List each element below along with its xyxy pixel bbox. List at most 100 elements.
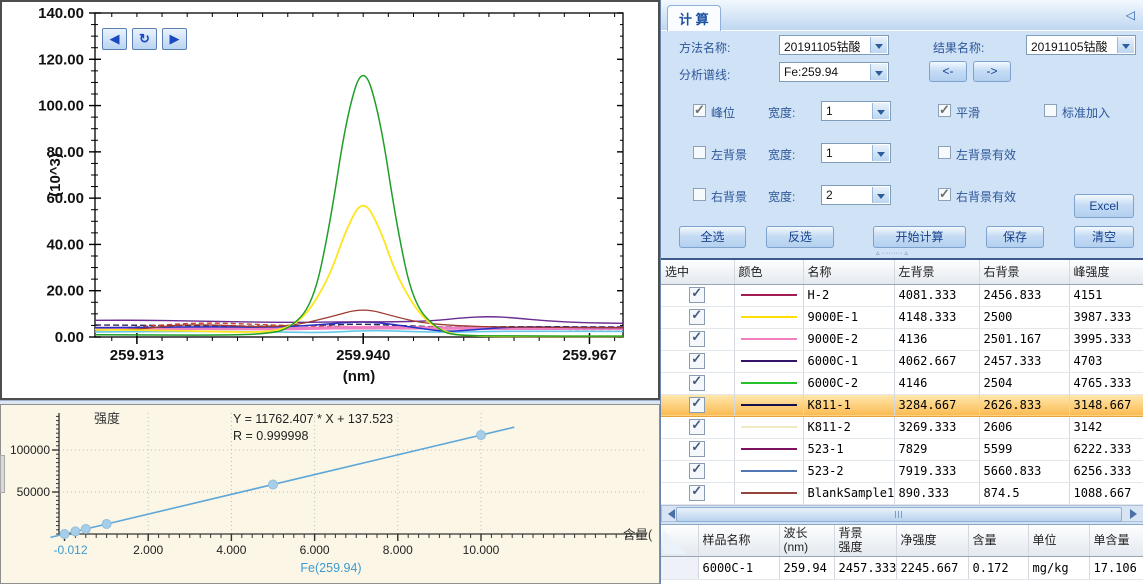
cell-right: 2606 <box>979 416 1069 438</box>
column-header-5[interactable]: 峰强度 <box>1069 260 1143 284</box>
column-header-2[interactable]: 名称 <box>803 260 894 284</box>
table-row[interactable]: K811-13284.6672626.8333148.667 <box>661 394 1143 416</box>
row-selector-corner[interactable] <box>661 525 698 556</box>
row-checkbox[interactable] <box>689 331 705 347</box>
collapse-panel-icon[interactable]: ◁ <box>1126 8 1135 22</box>
row-checkbox[interactable] <box>689 419 705 435</box>
table-row[interactable]: 9000E-241362501.1673995.333 <box>661 328 1143 350</box>
color-swatch <box>741 360 797 362</box>
horizontal-scrollbar[interactable] <box>661 505 1143 522</box>
scroll-right-icon[interactable] <box>1130 508 1142 519</box>
row-checkbox[interactable] <box>689 287 705 303</box>
chevron-down-icon[interactable] <box>870 64 887 80</box>
table-row[interactable]: K811-23269.33326063142 <box>661 416 1143 438</box>
scrollbar-grip <box>895 511 904 518</box>
svg-text:Y = 11762.407 * X + 137.523: Y = 11762.407 * X + 137.523 <box>233 412 393 426</box>
svg-text:R = 0.999998: R = 0.999998 <box>233 429 308 443</box>
row-checkbox[interactable] <box>689 309 705 325</box>
sample-column-header-2[interactable]: 背景 强度 <box>834 525 896 556</box>
application-window: 0.0020.0040.0060.0080.00100.00120.00140.… <box>0 0 1143 584</box>
chevron-down-icon[interactable] <box>872 187 889 203</box>
chevron-down-icon[interactable] <box>1117 37 1134 53</box>
row-checkbox[interactable] <box>689 353 705 369</box>
sample-column-header-6[interactable]: 单含量 <box>1089 525 1143 556</box>
select-all-button[interactable]: 全选 <box>679 226 746 248</box>
left-background-valid-checkbox[interactable] <box>938 146 951 159</box>
left-splitter-grip[interactable] <box>0 455 5 493</box>
clear-button[interactable]: 清空 <box>1074 226 1134 248</box>
table-row[interactable]: 9000E-14148.33325003987.333 <box>661 306 1143 328</box>
table-row[interactable]: 523-1782955996222.333 <box>661 438 1143 460</box>
svg-text:259.940: 259.940 <box>336 347 390 364</box>
method-name-select[interactable]: 20191105钴酸 <box>779 35 889 55</box>
svg-text:259.913: 259.913 <box>110 347 164 364</box>
next-spectrum-button[interactable]: ▶ <box>162 28 187 50</box>
right-background-valid-checkbox[interactable] <box>938 188 951 201</box>
column-header-3[interactable]: 左背景 <box>894 260 979 284</box>
table-row[interactable]: 6000C-1259.942457.3332245.6670.172mg/kg1… <box>661 556 1143 579</box>
prev-result-button[interactable]: <- <box>929 61 967 82</box>
analysis-line-select[interactable]: Fe:259.94 <box>779 62 889 82</box>
left-background-checkbox[interactable] <box>693 146 706 159</box>
chevron-down-icon[interactable] <box>872 145 889 161</box>
left-width-select[interactable]: 1 <box>821 143 891 163</box>
cell-single: 17.106 <box>1089 556 1143 579</box>
refresh-spectrum-button[interactable]: ↻ <box>132 28 157 50</box>
sample-column-header-4[interactable]: 含量 <box>968 525 1028 556</box>
series-6000C-2 <box>95 75 623 336</box>
svg-text:强度: 强度 <box>94 411 120 426</box>
row-checkbox[interactable] <box>689 375 705 391</box>
table-row[interactable]: 523-27919.3335660.8336256.333 <box>661 460 1143 482</box>
result-name-select[interactable]: 20191105钴酸 <box>1026 35 1136 55</box>
peak-width-select[interactable]: 1 <box>821 101 891 121</box>
standard-addition-checkbox[interactable] <box>1044 104 1057 117</box>
width-label: 宽度: <box>768 188 795 205</box>
sample-column-header-3[interactable]: 净强度 <box>896 525 968 556</box>
cell-peak: 3148.667 <box>1069 394 1143 416</box>
scrollbar-thumb[interactable] <box>676 507 1122 522</box>
left-background-label: 左背景 <box>711 146 747 163</box>
table-row[interactable]: BlankSample1890.333874.51088.667 <box>661 482 1143 504</box>
right-background-checkbox[interactable] <box>693 188 706 201</box>
svg-text:4.000: 4.000 <box>216 543 246 557</box>
series-9000E-1 <box>95 206 623 337</box>
series-6000C-1 <box>95 317 623 324</box>
row-checkbox[interactable] <box>689 397 705 413</box>
save-button[interactable]: 保存 <box>986 226 1044 248</box>
cell-peak: 1088.667 <box>1069 482 1143 504</box>
svg-text:20.00: 20.00 <box>46 283 84 300</box>
sample-column-header-5[interactable]: 单位 <box>1028 525 1089 556</box>
sample-column-header-0[interactable]: 样品名称 <box>698 525 779 556</box>
chevron-down-icon[interactable] <box>872 103 889 119</box>
row-checkbox[interactable] <box>689 485 705 501</box>
cell-left: 7919.333 <box>894 460 979 482</box>
sample-column-header-1[interactable]: 波长 (nm) <box>779 525 834 556</box>
svg-text:0.00: 0.00 <box>55 329 84 346</box>
start-calculation-button[interactable]: 开始计算 <box>873 226 966 248</box>
table-row[interactable]: 6000C-14062.6672457.3334703 <box>661 350 1143 372</box>
invert-selection-button[interactable]: 反选 <box>766 226 834 248</box>
table-row[interactable]: 6000C-2414625044765.333 <box>661 372 1143 394</box>
column-header-0[interactable]: 选中 <box>661 260 734 284</box>
row-header[interactable] <box>661 556 698 579</box>
scroll-left-icon[interactable] <box>663 508 675 519</box>
vertical-splitter-handle[interactable]: ▵ ········· ▵ <box>876 250 956 257</box>
row-checkbox[interactable] <box>689 441 705 457</box>
cell-color <box>734 482 803 504</box>
tab-calculation[interactable]: 计 算 <box>667 5 721 31</box>
table-row[interactable]: H-24081.3332456.8334151 <box>661 284 1143 306</box>
cell-color <box>734 284 803 306</box>
color-swatch <box>741 294 797 296</box>
refresh-icon: ↻ <box>139 31 150 46</box>
prev-spectrum-button[interactable]: ◀ <box>102 28 127 50</box>
column-header-1[interactable]: 颜色 <box>734 260 803 284</box>
smooth-checkbox[interactable] <box>938 104 951 117</box>
row-checkbox[interactable] <box>689 463 705 479</box>
peak-position-checkbox[interactable] <box>693 104 706 117</box>
column-header-4[interactable]: 右背景 <box>979 260 1069 284</box>
right-width-select[interactable]: 2 <box>821 185 891 205</box>
calibration-point <box>477 431 486 440</box>
excel-export-button[interactable]: Excel <box>1074 194 1134 218</box>
chevron-down-icon[interactable] <box>870 37 887 53</box>
next-result-button[interactable]: -> <box>973 61 1011 82</box>
